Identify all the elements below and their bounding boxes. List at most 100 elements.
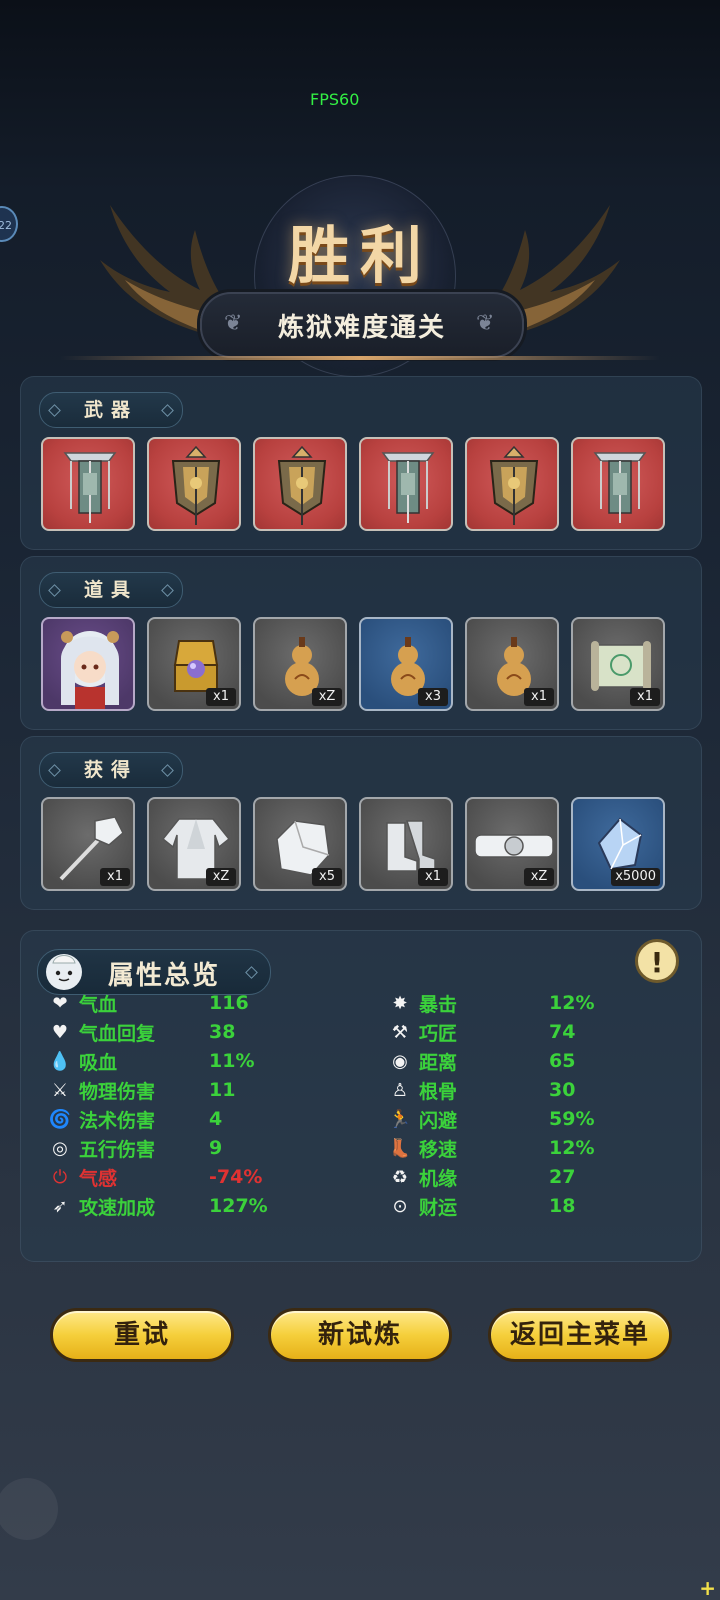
stat-label: 气感 bbox=[79, 1167, 118, 1190]
tag-diamond-icon bbox=[48, 764, 61, 777]
tag-diamond-icon bbox=[48, 584, 61, 597]
stat-value: 12% bbox=[549, 1137, 595, 1159]
meditate-icon: ♙ bbox=[391, 1079, 409, 1101]
tag-diamond-icon bbox=[161, 764, 174, 777]
stat-row: ✸ 暴击 12% bbox=[387, 989, 669, 1017]
stat-value: 11% bbox=[209, 1050, 255, 1072]
stat-value: 30 bbox=[549, 1079, 576, 1101]
corner-plus-icon[interactable]: + bbox=[699, 1576, 716, 1600]
stat-value: 127% bbox=[209, 1195, 268, 1217]
stat-value: -74% bbox=[209, 1166, 263, 1188]
obtained-slot[interactable]: xZ bbox=[147, 797, 241, 891]
stat-value: 12% bbox=[549, 992, 595, 1014]
fortune-cycle-icon: ♻ bbox=[391, 1166, 409, 1188]
boot-icon: 👢 bbox=[388, 1137, 412, 1159]
weapons-label: 武器 bbox=[83, 399, 138, 421]
props-slot[interactable]: xZ bbox=[253, 617, 347, 711]
obtained-slot[interactable]: xZ bbox=[465, 797, 559, 891]
obtained-row: x1 xZ x5 x1 xZ x5000 bbox=[41, 797, 665, 891]
stat-label: 物理伤害 bbox=[79, 1080, 156, 1103]
props-section-tag: 道具 bbox=[39, 572, 183, 608]
item-quantity: x1 bbox=[100, 868, 130, 886]
stat-row: ⏻ 气感 -74% bbox=[47, 1163, 329, 1191]
stat-row: 🏃 闪避 59% bbox=[387, 1105, 669, 1133]
weapons-section-tag: 武器 bbox=[39, 392, 183, 428]
item-quantity: x1 bbox=[630, 688, 660, 706]
props-label: 道具 bbox=[83, 579, 138, 601]
difficulty-plate: ❦ 炼狱难度通关 ❦ bbox=[200, 292, 524, 358]
weapons-panel: 武器 bbox=[20, 376, 702, 550]
obtained-panel: 获得 x1 xZ x5 x1 xZ x5000 bbox=[20, 736, 702, 910]
item-quantity: xZ bbox=[524, 868, 554, 886]
stat-row: ◎ 五行伤害 9 bbox=[47, 1134, 329, 1162]
stat-label: 闪避 bbox=[419, 1109, 458, 1132]
obtained-slot[interactable]: x1 bbox=[41, 797, 135, 891]
floating-bubble[interactable] bbox=[0, 1478, 58, 1540]
stat-row: 👢 移速 12% bbox=[387, 1134, 669, 1162]
props-slot[interactable]: x1 bbox=[465, 617, 559, 711]
weapons-slot[interactable] bbox=[147, 437, 241, 531]
stat-value: 65 bbox=[549, 1050, 576, 1072]
stat-row: ♙ 根骨 30 bbox=[387, 1076, 669, 1104]
item-quantity: xZ bbox=[312, 688, 342, 706]
tag-diamond-icon bbox=[245, 966, 258, 979]
tag-diamond-icon bbox=[48, 404, 61, 417]
stat-value: 59% bbox=[549, 1108, 595, 1130]
item-quantity: x3 bbox=[418, 688, 448, 706]
obtained-slot[interactable]: x5000 bbox=[571, 797, 665, 891]
stat-label: 吸血 bbox=[79, 1051, 118, 1074]
props-slot[interactable] bbox=[41, 617, 135, 711]
item-quantity: xZ bbox=[206, 868, 236, 886]
info-alert-button[interactable]: ! bbox=[635, 939, 679, 983]
stat-label: 机缘 bbox=[419, 1167, 458, 1190]
item-quantity: x1 bbox=[524, 688, 554, 706]
weapons-slot[interactable] bbox=[41, 437, 135, 531]
fps-counter: FPS60 bbox=[310, 90, 360, 109]
stat-label: 五行伤害 bbox=[79, 1138, 156, 1161]
weapons-slot[interactable] bbox=[465, 437, 559, 531]
item-quantity: x1 bbox=[418, 868, 448, 886]
item-quantity: x1 bbox=[206, 688, 236, 706]
stat-row: ➶ 攻速加成 127% bbox=[47, 1192, 329, 1220]
tag-diamond-icon bbox=[161, 584, 174, 597]
obtained-section-tag: 获得 bbox=[39, 752, 183, 788]
props-slot[interactable]: x3 bbox=[359, 617, 453, 711]
stat-label: 暴击 bbox=[419, 993, 458, 1016]
new-trial-button[interactable]: 新试炼 bbox=[268, 1308, 452, 1362]
retry-button[interactable]: 重试 bbox=[50, 1308, 234, 1362]
stat-row: 💧 吸血 11% bbox=[47, 1047, 329, 1075]
item-quantity: x5000 bbox=[611, 868, 660, 886]
stat-label: 气血回复 bbox=[79, 1022, 156, 1045]
main-menu-button[interactable]: 返回主菜单 bbox=[488, 1308, 672, 1362]
stat-value: 74 bbox=[549, 1021, 576, 1043]
weapons-slot[interactable] bbox=[359, 437, 453, 531]
stat-row: ⚒ 巧匠 74 bbox=[387, 1018, 669, 1046]
swirl-icon: ◎ bbox=[52, 1137, 68, 1159]
props-panel: 道具 x1 xZ x3 x1 x1 bbox=[20, 556, 702, 730]
title-glow-divider bbox=[60, 356, 660, 360]
heart-regen-icon: ♥ bbox=[51, 1021, 69, 1043]
stat-value: 116 bbox=[209, 992, 249, 1014]
stat-label: 财运 bbox=[419, 1196, 458, 1219]
stat-label: 移速 bbox=[419, 1138, 458, 1161]
stat-value: 9 bbox=[209, 1137, 223, 1159]
dodge-icon: 🏃 bbox=[388, 1108, 412, 1130]
hammer-icon: ⚒ bbox=[391, 1021, 409, 1043]
stat-label: 法术伤害 bbox=[79, 1109, 156, 1132]
attributes-panel: 属性总览 ! ❤ 气血 116 ♥ 气血回复 38 💧 吸血 11% ⚔ 物理伤害 11 🌀 法术伤害 4 ◎… bbox=[20, 930, 702, 1262]
spiral-icon: 🌀 bbox=[48, 1108, 72, 1130]
coin-icon: ⊙ bbox=[392, 1195, 408, 1217]
sword-icon: ⚔ bbox=[51, 1079, 69, 1101]
obtained-slot[interactable]: x5 bbox=[253, 797, 347, 891]
props-slot[interactable]: x1 bbox=[571, 617, 665, 711]
props-slot[interactable]: x1 bbox=[147, 617, 241, 711]
attributes-title: 属性总览 bbox=[108, 961, 221, 991]
weapons-slot[interactable] bbox=[571, 437, 665, 531]
stat-label: 巧匠 bbox=[419, 1022, 458, 1045]
stat-value: 27 bbox=[549, 1166, 576, 1188]
stat-value: 38 bbox=[209, 1021, 236, 1043]
tag-diamond-icon bbox=[161, 404, 174, 417]
obtained-slot[interactable]: x1 bbox=[359, 797, 453, 891]
stat-row: ❤ 气血 116 bbox=[47, 989, 329, 1017]
weapons-slot[interactable] bbox=[253, 437, 347, 531]
